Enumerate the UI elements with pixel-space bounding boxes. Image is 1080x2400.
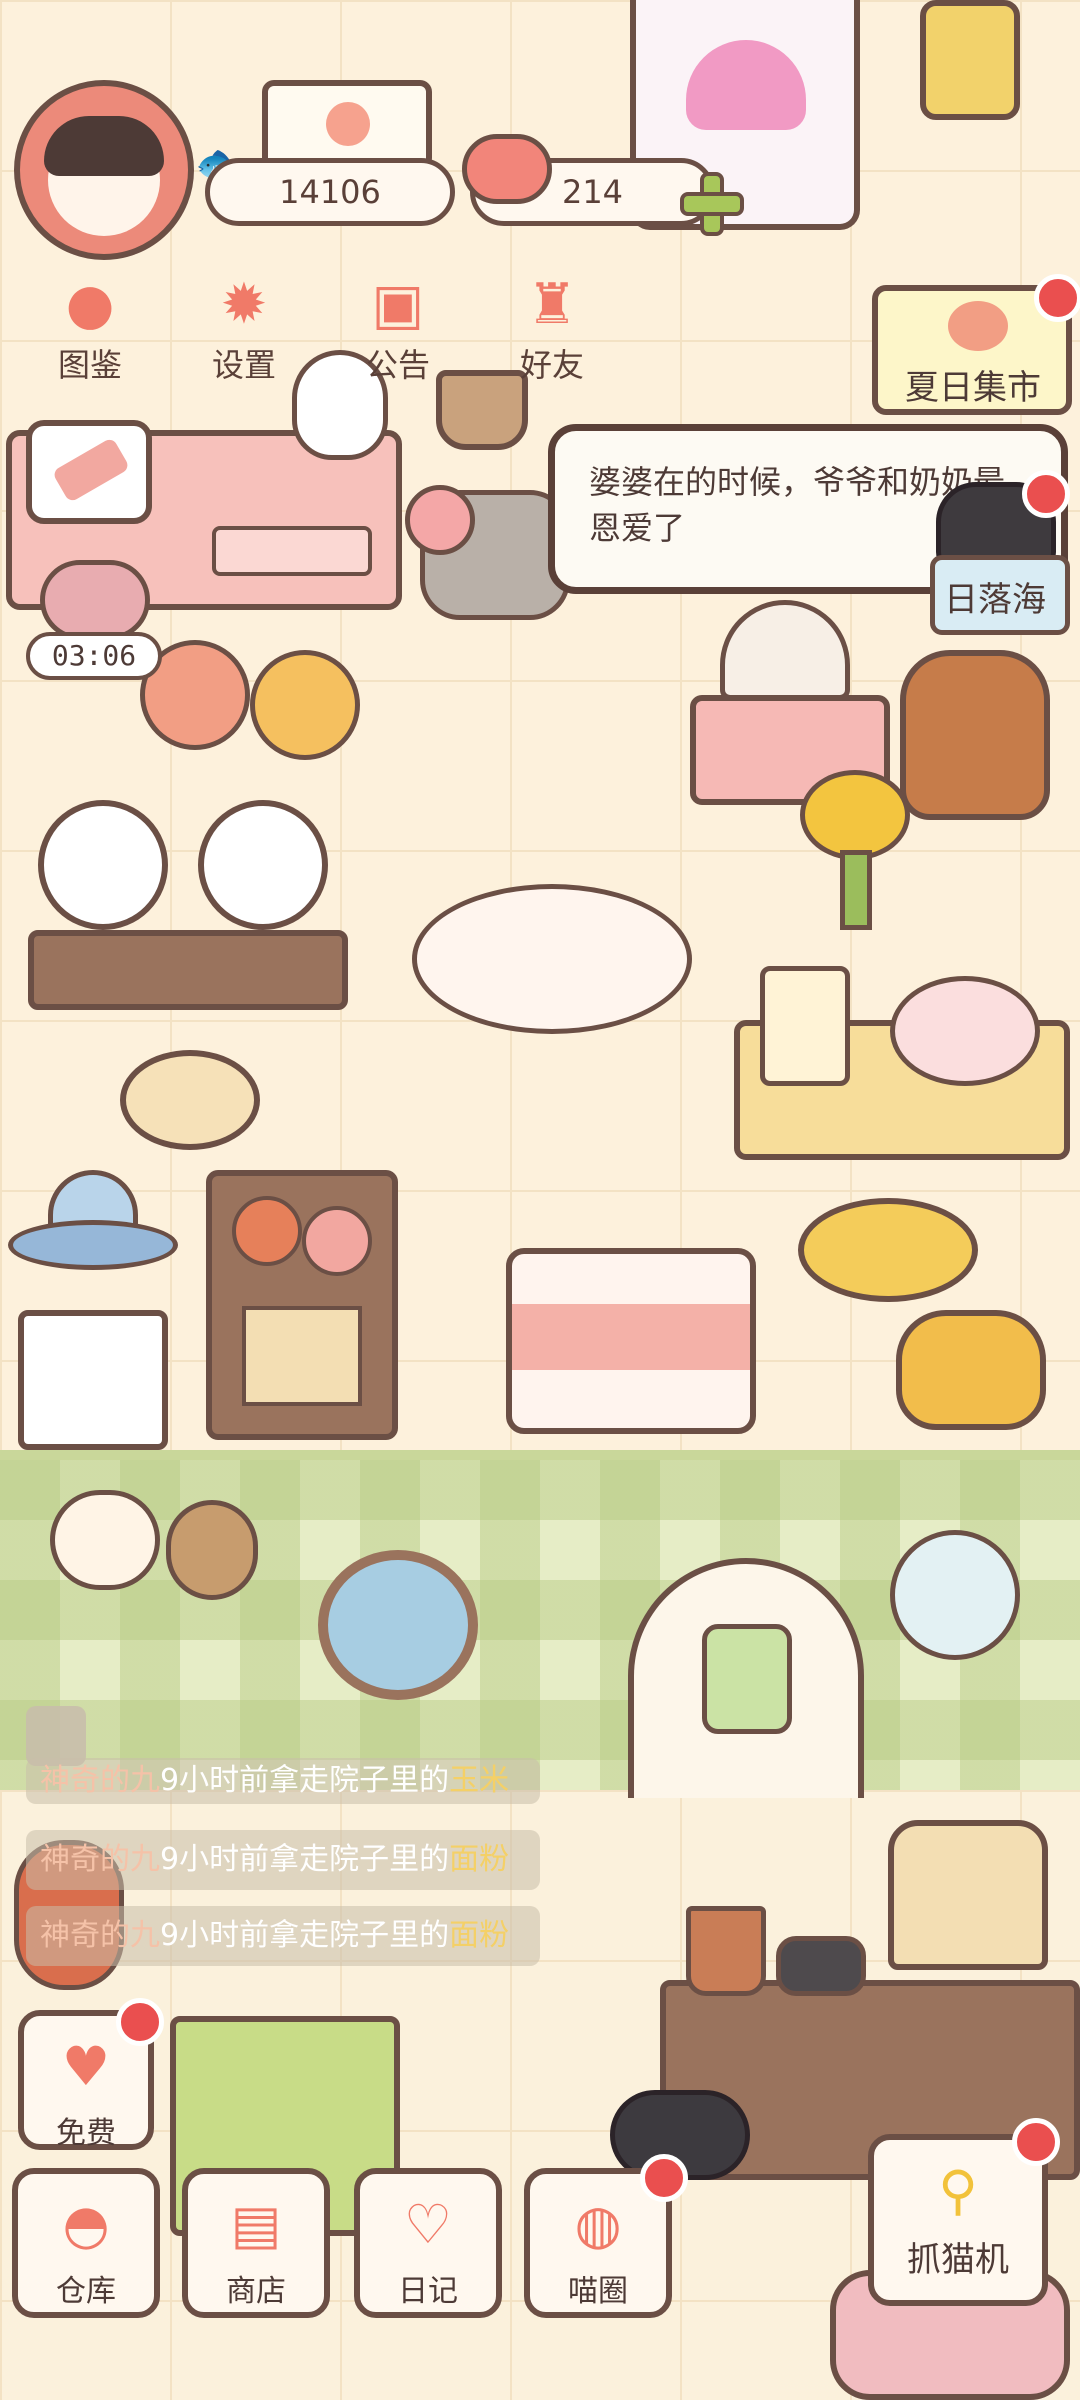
menu-friends-label: 好友 xyxy=(519,346,584,384)
shop-button[interactable]: ▤ 商店 xyxy=(182,2168,330,2318)
meow-circle-badge xyxy=(640,2154,688,2202)
sleepy-mouse[interactable] xyxy=(40,560,150,640)
hanging-flower-sign[interactable] xyxy=(262,80,432,170)
claw-icon: ⚲ xyxy=(938,2159,978,2222)
free-badge xyxy=(116,1998,164,2046)
gumball-machines[interactable] xyxy=(28,790,348,1020)
waffle-cushion[interactable] xyxy=(798,1198,978,1302)
feed-user: 神奇的九 xyxy=(40,1918,160,1953)
feed-user: 神奇的九 xyxy=(40,1842,160,1877)
diary-icon: ♡ xyxy=(403,2193,453,2256)
feed-row: 神奇的九9小时前拿走院子里的面粉 xyxy=(26,1830,540,1890)
diary-label: 日记 xyxy=(398,2274,458,2309)
menu-settings-label: 设置 xyxy=(211,346,276,384)
menu-collection[interactable]: ● 图鉴 xyxy=(30,270,150,390)
hydrangea-pots[interactable] xyxy=(140,640,360,790)
feed-action: 9小时前拿走院子里的 xyxy=(160,1763,450,1798)
warehouse-label: 仓库 xyxy=(56,2274,116,2309)
cat-planet-icon: ◍ xyxy=(574,2193,622,2256)
flower-icon xyxy=(948,301,1008,351)
plant-vase[interactable] xyxy=(890,1530,1020,1660)
radish-plush[interactable] xyxy=(166,1500,258,1600)
coin-counter[interactable]: 14106 xyxy=(205,158,455,226)
summer-market-label: 夏日集市 xyxy=(905,368,1041,408)
heart-icon xyxy=(462,134,552,204)
claw-machine-label: 抓猫机 xyxy=(907,2240,1009,2280)
flower-icon xyxy=(326,102,370,146)
cat-head-icon: ● xyxy=(65,272,115,337)
feed-row: 神奇的九9小时前拿走院子里的面粉 xyxy=(26,1906,540,1966)
timer-value: 03:06 xyxy=(51,639,137,672)
gear-icon: ✹ xyxy=(220,272,268,337)
feed-item: 玉米 xyxy=(449,1763,510,1798)
menu-announcement-label: 公告 xyxy=(365,346,430,384)
wall-mirror[interactable] xyxy=(318,1550,478,1700)
warehouse-button[interactable]: ◓ 仓库 xyxy=(12,2168,160,2318)
yarn-cabinet[interactable] xyxy=(206,1170,398,1440)
sunset-sea-badge xyxy=(1022,470,1070,518)
add-hearts-button[interactable] xyxy=(680,172,744,236)
mortar-cabinet[interactable] xyxy=(18,1310,168,1450)
timer: 03:06 xyxy=(26,632,162,680)
notebook-pencil-icon[interactable] xyxy=(26,420,152,524)
koi-toy[interactable] xyxy=(896,1310,1046,1430)
tea-set-table[interactable] xyxy=(734,966,1070,1160)
lantern[interactable] xyxy=(920,0,1020,120)
penguin-charm-icon xyxy=(702,1624,792,1734)
free-label: 免费 xyxy=(56,2116,116,2151)
tabby-cat[interactable] xyxy=(900,650,1050,820)
menu-friends[interactable]: ♜ 好友 xyxy=(492,270,612,390)
coin-amount: 14106 xyxy=(279,173,381,211)
flower-cushion-bench[interactable] xyxy=(506,1248,756,1434)
feed-item: 面粉 xyxy=(449,1918,510,1953)
meow-circle-label: 喵圈 xyxy=(568,2274,628,2309)
feed-item: 面粉 xyxy=(449,1842,510,1877)
feed-user: 神奇的九 xyxy=(40,1763,160,1798)
diary-button[interactable]: ♡ 日记 xyxy=(354,2168,502,2318)
cat-tree-flower[interactable] xyxy=(800,770,910,950)
feed-row: 神奇的九9小时前拿走院子里的玉米 xyxy=(26,1758,540,1804)
heart-rug[interactable] xyxy=(412,884,692,1034)
menu-settings[interactable]: ✹ 设置 xyxy=(184,270,304,390)
summer-market-badge xyxy=(1034,274,1080,322)
wicker-chair[interactable] xyxy=(888,1820,1048,1970)
feed-action: 9小时前拿走院子里的 xyxy=(160,1918,450,1953)
player-avatar[interactable] xyxy=(14,80,194,260)
tree-stump[interactable] xyxy=(120,1050,260,1150)
claw-machine-badge xyxy=(1012,2118,1060,2166)
heart-sign-icon xyxy=(686,40,806,130)
ufo-toy[interactable] xyxy=(8,1170,178,1280)
shop-label: 商店 xyxy=(226,2274,286,2309)
feed-action: 9小时前拿走院子里的 xyxy=(160,1842,450,1877)
heart-icon: ♥ xyxy=(61,2035,111,2098)
menu-collection-label: 图鉴 xyxy=(57,346,122,384)
shop-icon: ▤ xyxy=(230,2193,282,2256)
menu-announcement[interactable]: ▣ 公告 xyxy=(338,270,458,390)
heart-amount: 214 xyxy=(561,173,624,211)
avatar-hair xyxy=(44,116,164,176)
box-icon: ◓ xyxy=(62,2193,110,2256)
drawer xyxy=(212,526,372,576)
friends-icon: ♜ xyxy=(526,272,578,337)
gift-icon: ▣ xyxy=(371,272,425,337)
sunset-sea-label: 日落海 xyxy=(944,580,1046,620)
bird-plush[interactable] xyxy=(50,1490,160,1590)
chat-toggle-icon[interactable] xyxy=(26,1706,86,1766)
arched-doorway-bottom[interactable] xyxy=(628,1558,864,1798)
